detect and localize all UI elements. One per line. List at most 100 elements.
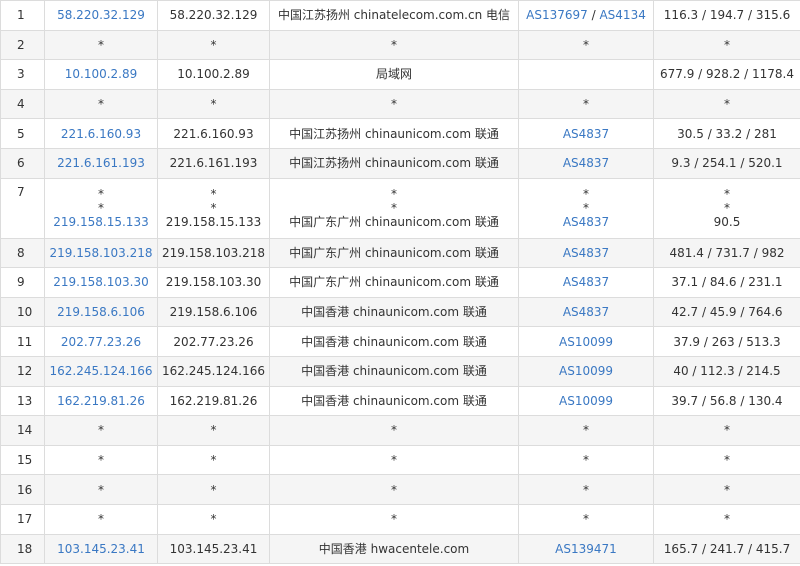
as-link[interactable]: AS4837 [521,215,651,229]
hop-number: 14 [0,415,45,446]
ip-link-cell: 219.158.103.30 [44,267,158,298]
table-row: 1 58.220.32.129 58.220.32.129 中国江苏扬州 chinat… [0,0,800,31]
latency: 90.5 [713,215,741,230]
ip-link: * [98,187,104,202]
as-link[interactable]: AS4837 [563,305,609,319]
latency: * [653,444,800,476]
as-separator: / [587,8,600,23]
location: * [269,503,519,535]
ip-link[interactable]: 221.6.160.93 [61,127,141,141]
as-link[interactable]: AS4134 [599,8,645,22]
latency: 165.7 / 241.7 / 415.7 [653,533,800,565]
ip-address: 162.245.124.166 [157,355,270,387]
hop-number: 1 [0,0,45,31]
latency: * [653,88,800,120]
ip-address: 219.158.103.30 [157,267,270,298]
ip-link-cell: 202.77.23.26 [44,326,158,357]
ip-link-cell: 219.158.103.218 [44,237,158,269]
ip-link-cell: 219.158.6.106 [44,296,158,328]
ip-link[interactable]: 10.100.2.89 [65,67,138,81]
ip-link[interactable]: 162.245.124.166 [49,364,152,378]
ip-address: 103.145.23.41 [157,533,270,565]
as-cell: AS4837 [518,118,654,149]
location: * [269,415,519,446]
as-link[interactable]: AS139471 [555,542,617,556]
as-link[interactable]: AS137697 [526,8,588,22]
latency: * [653,29,800,61]
as-link[interactable]: AS4837 [563,156,609,170]
hop-number: 8 [0,237,45,269]
ip-address: * [157,415,270,446]
ip-address: 10.100.2.89 [157,59,270,90]
latency: 9.3 / 254.1 / 520.1 [653,147,800,179]
as-link[interactable]: AS4837 [563,275,609,289]
ip-link[interactable]: 219.158.15.133 [47,215,155,229]
ip-address: 219.158.6.106 [157,296,270,328]
table-row: 15 * * * * * [0,444,800,476]
ip-address: 58.220.32.129 [157,0,270,31]
location-cell: * * 中国广东广州 chinaunicom.com 联通 [269,177,519,239]
location: 中国香港 chinaunicom.com 联通 [269,326,519,357]
as-link[interactable]: AS4837 [563,246,609,260]
location: 中国江苏扬州 chinatelecom.com.cn 电信 [269,0,519,31]
table-row: 11 202.77.23.26 202.77.23.26 中国香港 chinaunic… [0,326,800,357]
ip-link: * [98,201,104,216]
ip-link-cell: 58.220.32.129 [44,0,158,31]
ip-link: * [98,512,104,527]
table-row: 6 221.6.161.193 221.6.161.193 中国江苏扬州 chinau… [0,147,800,179]
ip-address: * [157,503,270,535]
as-link[interactable]: AS10099 [559,394,613,408]
ip-link[interactable]: 162.219.81.26 [57,394,145,408]
location: 中国香港 chinaunicom.com 联通 [269,355,519,387]
ip-link[interactable]: 202.77.23.26 [61,335,141,349]
hop-number: 5 [0,118,45,149]
ip-link-cell: 162.219.81.26 [44,385,158,417]
table-row: 18 103.145.23.41 103.145.23.41 中国香港 hwacent… [0,533,800,565]
ip-link[interactable]: 103.145.23.41 [57,542,145,556]
ip-link[interactable]: 219.158.103.218 [49,246,152,260]
table-row: 7 * * 219.158.15.133 * * 219.158.15.133 * * 中国广东广… [0,177,800,239]
hop-number: 16 [0,474,45,505]
ip-link-cell: * [44,29,158,61]
ip-link-cell: 162.245.124.166 [44,355,158,387]
ip-address: * [210,201,217,216]
hop-number: 10 [0,296,45,328]
as-link[interactable]: AS4837 [563,127,609,141]
hop-number: 7 [0,177,45,239]
as-link[interactable]: AS10099 [559,335,613,349]
as-cell: AS10099 [518,385,654,417]
location: * [269,444,519,476]
location: 中国江苏扬州 chinaunicom.com 联通 [269,147,519,179]
table-row: 13 162.219.81.26 162.219.81.26 中国香港 chinaun… [0,385,800,417]
as-link: * [583,37,589,52]
latency: * [653,503,800,535]
table-row: 14 * * * * * [0,415,800,446]
ip-address: * [210,187,217,202]
as-cell: AS139471 [518,533,654,565]
ip-link-cell: 10.100.2.89 [44,59,158,90]
location: 中国香港 hwacentele.com [269,533,519,565]
hop-number: 12 [0,355,45,387]
as-cell: AS10099 [518,355,654,387]
ip-link[interactable]: 219.158.103.30 [53,275,148,289]
hop-number: 11 [0,326,45,357]
ip-link[interactable]: 58.220.32.129 [57,8,145,22]
as-link: * [583,187,589,202]
as-cell: AS137697 / AS4134 [518,0,654,31]
as-link: * [583,482,589,497]
latency: * [653,415,800,446]
latency: * [724,187,730,202]
hop-number: 4 [0,88,45,120]
as-link: * [583,201,589,216]
hop-number: 9 [0,267,45,298]
ip-link[interactable]: 219.158.6.106 [57,305,145,319]
table-row: 12 162.245.124.166 162.245.124.166 中国香港 chi… [0,355,800,387]
latency: 37.1 / 84.6 / 231.1 [653,267,800,298]
latency: 481.4 / 731.7 / 982 [653,237,800,269]
ip-link: * [98,482,104,497]
hop-number: 13 [0,385,45,417]
ip-link[interactable]: 221.6.161.193 [57,156,145,170]
hop-number: 17 [0,503,45,535]
as-link[interactable]: AS10099 [559,364,613,378]
ip-address: 219.158.15.133 [165,215,262,230]
